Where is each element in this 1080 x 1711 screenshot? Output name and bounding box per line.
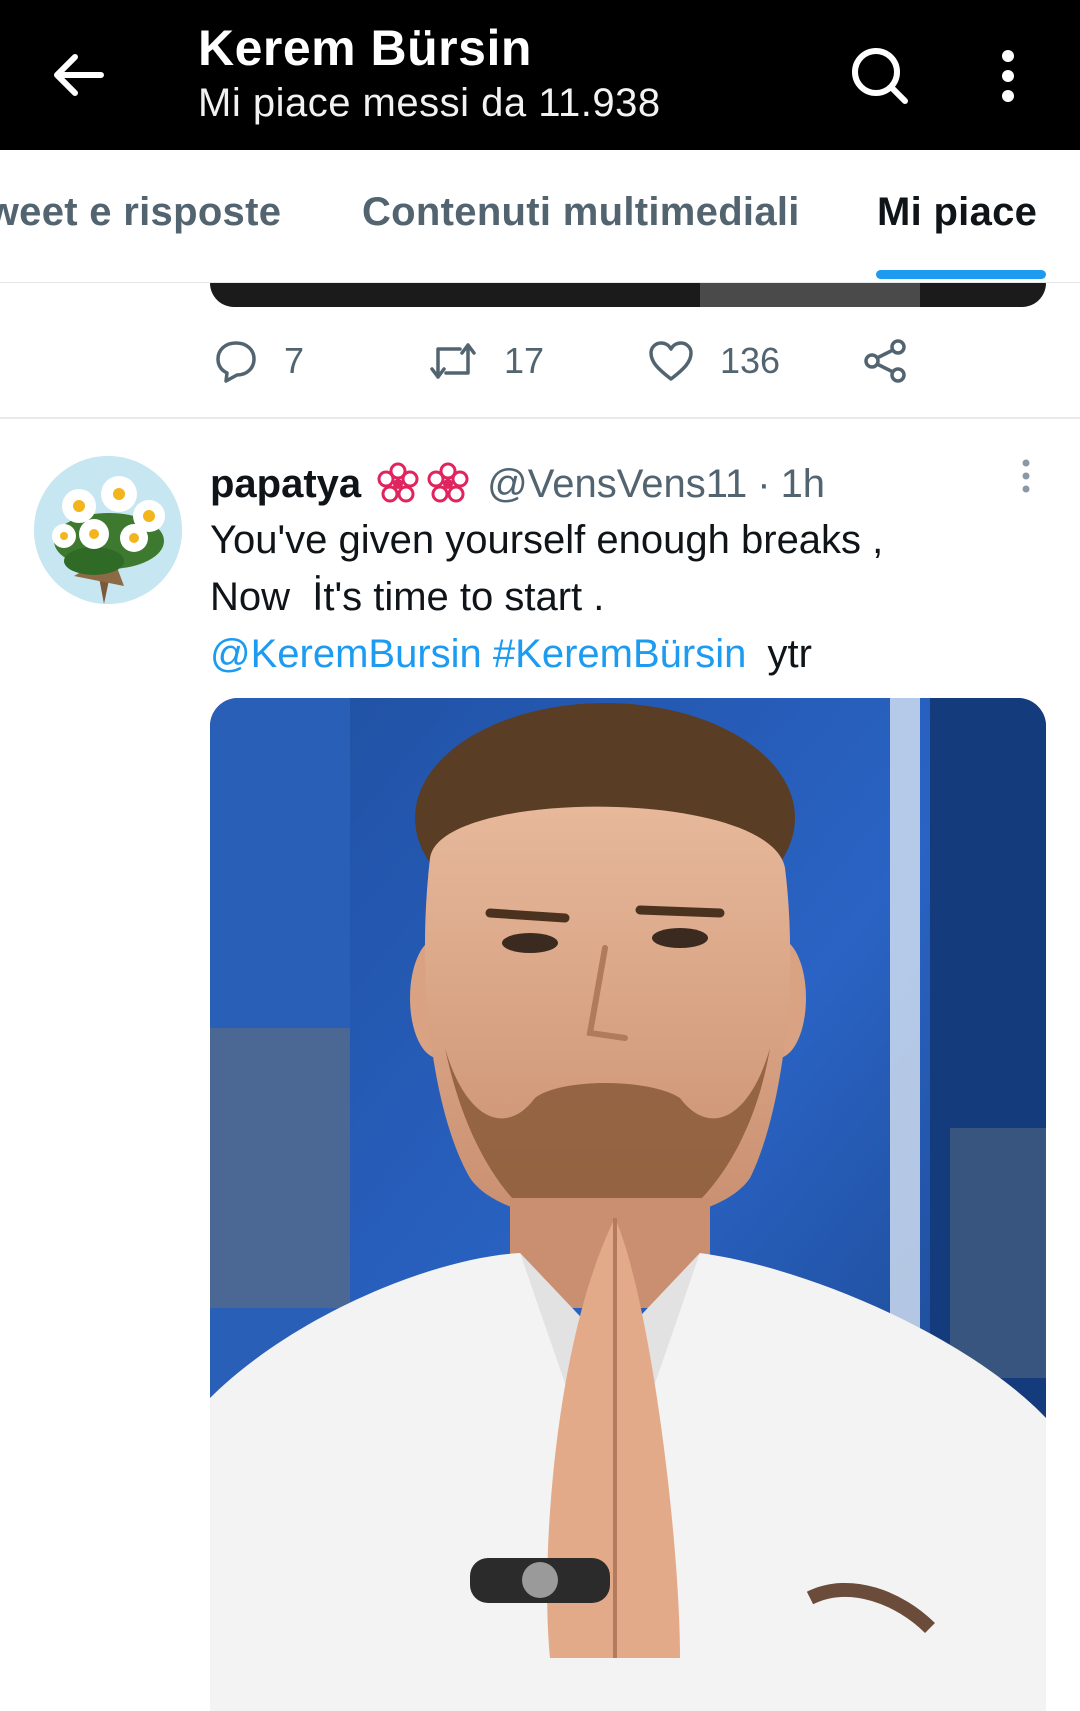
share-icon xyxy=(864,339,906,383)
share-button[interactable] xyxy=(862,325,934,397)
tweet-divider xyxy=(0,417,1080,419)
display-name[interactable]: papatya xyxy=(210,462,361,507)
separator-dot: · xyxy=(757,461,771,506)
more-vertical-icon xyxy=(1022,459,1030,493)
daisy-bouquet-avatar-image xyxy=(34,456,182,604)
more-options-button[interactable] xyxy=(978,38,1038,114)
header-titles: Kerem Bürsin Mi piace messi da 11.938 xyxy=(198,18,661,128)
more-vertical-icon xyxy=(1002,50,1014,102)
search-icon xyxy=(852,48,908,104)
tweet-text: You've given yourself enough breaks , Now… xyxy=(210,512,883,626)
search-button[interactable] xyxy=(842,38,918,114)
retweet-count: 17 xyxy=(504,340,545,381)
arrow-left-icon xyxy=(54,54,104,96)
back-button[interactable] xyxy=(40,40,116,110)
app-header: Kerem Bürsin Mi piace messi da 11.938 xyxy=(0,0,1080,150)
tab-tweets-and-replies[interactable]: Tweet e risposte xyxy=(0,190,281,235)
reply-count: 7 xyxy=(284,340,305,381)
profile-name-title: Kerem Bürsin xyxy=(198,20,532,76)
like-button[interactable]: 136 xyxy=(648,325,780,397)
retweet-button[interactable]: 17 xyxy=(428,325,544,397)
tweet-text-line: Now İt's time to start . xyxy=(210,575,605,619)
active-tab-indicator xyxy=(876,270,1046,279)
previous-tweet-actions: 7 17 136 xyxy=(0,325,1080,397)
tweet-timestamp[interactable]: 1h xyxy=(781,462,826,507)
hashtag-link[interactable]: #KeremBürsin xyxy=(493,632,746,676)
tab-likes[interactable]: Mi piace xyxy=(877,190,1037,235)
user-handle[interactable]: @VensVens11 xyxy=(487,462,747,507)
praying-man-photo xyxy=(210,698,1046,1711)
tweet-tags-line: @KeremBursin #KeremBürsin ytr xyxy=(210,626,812,683)
tweet-header: papatya @VensVens11 · 1h xyxy=(210,456,825,512)
flower-emoji-icon xyxy=(427,462,469,503)
tweet-options-button[interactable] xyxy=(1006,454,1046,498)
flower-emoji-icon xyxy=(377,462,419,503)
tab-media[interactable]: Contenuti multimediali xyxy=(362,190,800,235)
retweet-icon xyxy=(430,343,476,379)
profile-tabs: Tweet e risposte Contenuti multimediali … xyxy=(0,150,1080,283)
like-count: 136 xyxy=(720,340,781,381)
reply-icon xyxy=(216,341,256,383)
tweet-text-line: You've given yourself enough breaks , xyxy=(210,518,884,562)
avatar[interactable] xyxy=(34,456,182,604)
name-badges xyxy=(375,461,471,507)
mention-link[interactable]: @KeremBursin xyxy=(210,632,482,676)
likes-count-subtitle: Mi piace messi da 11.938 xyxy=(198,81,661,125)
reply-button[interactable]: 7 xyxy=(214,325,304,397)
tweet-media-image[interactable] xyxy=(210,698,1046,1711)
heart-icon xyxy=(649,341,693,381)
previous-tweet-media[interactable] xyxy=(210,283,1046,307)
tweet-trailing-text: ytr xyxy=(767,632,812,676)
